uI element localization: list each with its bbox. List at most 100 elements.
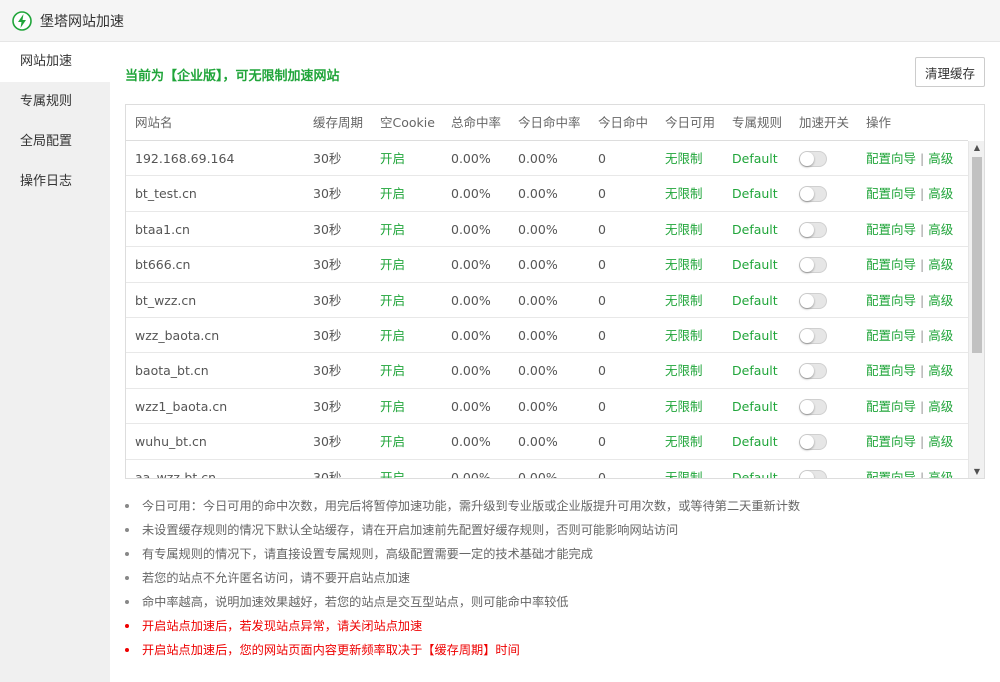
advanced-link[interactable]: 高级: [928, 293, 953, 308]
today-hit-rate-cell: 0.00%: [518, 328, 558, 343]
advanced-link[interactable]: 高级: [928, 470, 953, 478]
empty-cookie-cell: 开启: [380, 363, 406, 379]
action-separator: |: [920, 186, 925, 202]
empty-cookie-cell: 开启: [380, 398, 406, 414]
total-hit-rate-cell: 0.00%: [451, 151, 491, 166]
toggle-knob: [800, 222, 814, 237]
sidebar-item-exclusive-rules[interactable]: 专属规则: [0, 82, 110, 122]
table-row: wuhu_bt.cn 30秒 开启 0.00% 0.00% 0 无限制 Default 配置向导…: [126, 424, 968, 460]
accel-toggle-switch[interactable]: [799, 328, 827, 344]
accel-toggle-switch[interactable]: [799, 363, 827, 380]
scrollbar-thumb[interactable]: [972, 157, 982, 353]
sidebar-item-operation-log[interactable]: 操作日志: [0, 162, 110, 202]
empty-cookie-cell: 开启: [380, 469, 406, 479]
today-hits-cell: 0: [598, 398, 606, 414]
today-hits-cell: 0: [598, 363, 606, 379]
exclusive-rule-cell: Default: [732, 257, 778, 273]
title-bar: 堡塔网站加速: [0, 0, 1000, 42]
today-hit-rate-cell: 0.00%: [518, 398, 558, 414]
clear-cache-button[interactable]: 清理缓存: [915, 57, 985, 87]
scroll-up-arrow-icon[interactable]: ▲: [969, 141, 984, 155]
toggle-knob: [800, 364, 814, 379]
empty-cookie-cell: 开启: [380, 186, 406, 202]
config-wizard-link[interactable]: 配置向导: [866, 434, 916, 449]
row-actions: 配置向导 | 高级: [866, 424, 953, 459]
config-wizard-link[interactable]: 配置向导: [866, 399, 916, 414]
total-hit-rate-cell: 0.00%: [451, 363, 491, 379]
table-row: wzz1_baota.cn 30秒 开启 0.00% 0.00% 0 无限制 Default 配…: [126, 389, 968, 425]
config-wizard-link[interactable]: 配置向导: [866, 363, 916, 378]
row-actions: 配置向导 | 高级: [866, 460, 953, 478]
site-name-cell: bt666.cn: [135, 257, 191, 273]
column-header-total-hit-rate: 总命中率: [451, 115, 502, 130]
accel-toggle-switch[interactable]: [799, 469, 827, 478]
config-wizard-link[interactable]: 配置向导: [866, 470, 916, 478]
empty-cookie-cell: 开启: [380, 328, 406, 343]
table-row: bt_test.cn 30秒 开启 0.00% 0.00% 0 无限制 Default 配置向导…: [126, 176, 968, 212]
advanced-link[interactable]: 高级: [928, 257, 953, 272]
edition-notice: 当前为【企业版】，可无限制加速网站: [125, 69, 340, 84]
toggle-knob: [800, 293, 814, 308]
sidebar-item-site-acceleration[interactable]: 网站加速: [0, 42, 110, 82]
table-row: bt_wzz.cn 30秒 开启 0.00% 0.00% 0 无限制 Default 配置向导 |…: [126, 283, 968, 318]
sidebar: 网站加速 专属规则 全局配置 操作日志: [0, 42, 110, 682]
advanced-link[interactable]: 高级: [928, 186, 953, 201]
table-scrollbar[interactable]: ▲ ▼: [968, 141, 984, 478]
today-available-cell: 无限制: [665, 257, 703, 273]
accel-toggle-switch[interactable]: [799, 151, 827, 167]
sidebar-item-global-config[interactable]: 全局配置: [0, 122, 110, 162]
config-wizard-link[interactable]: 配置向导: [866, 257, 916, 272]
tip-note: 今日可用：今日可用的命中次数，用完后将暂停加速功能，需升级到专业版或企业版提升可…: [125, 494, 985, 518]
config-wizard-link[interactable]: 配置向导: [866, 328, 916, 343]
total-hit-rate-cell: 0.00%: [451, 257, 491, 273]
column-header-exclusive-rule: 专属规则: [732, 115, 783, 130]
scroll-down-arrow-icon[interactable]: ▼: [969, 465, 984, 478]
window-title: 堡塔网站加速: [40, 13, 124, 30]
total-hit-rate-cell: 0.00%: [451, 221, 491, 237]
config-wizard-link[interactable]: 配置向导: [866, 151, 916, 166]
config-wizard-link[interactable]: 配置向导: [866, 186, 916, 201]
accel-toggle-switch[interactable]: [799, 292, 827, 309]
total-hit-rate-cell: 0.00%: [451, 186, 491, 202]
advanced-link[interactable]: 高级: [928, 434, 953, 449]
exclusive-rule-cell: Default: [732, 328, 778, 343]
config-wizard-link[interactable]: 配置向导: [866, 293, 916, 308]
accel-toggle-switch[interactable]: [799, 257, 827, 274]
advanced-link[interactable]: 高级: [928, 151, 953, 166]
table-body: 192.168.69.164 30秒 开启 0.00% 0.00% 0 无限制 Default…: [126, 141, 968, 479]
warning-note: 开启站点加速后，若发现站点异常，请关闭站点加速: [125, 614, 985, 638]
advanced-link[interactable]: 高级: [928, 363, 953, 378]
action-separator: |: [920, 328, 925, 343]
table-row: bt666.cn 30秒 开启 0.00% 0.00% 0 无限制 Default 配置向导 | 高…: [126, 247, 968, 283]
total-hit-rate-cell: 0.00%: [451, 328, 491, 343]
toggle-knob: [800, 258, 814, 273]
column-header-site: 网站名: [135, 115, 173, 130]
exclusive-rule-cell: Default: [732, 469, 778, 479]
total-hit-rate-cell: 0.00%: [451, 292, 491, 308]
accel-toggle-switch[interactable]: [799, 221, 827, 238]
today-available-cell: 无限制: [665, 151, 703, 166]
cache-period-cell: 30秒: [313, 398, 342, 414]
advanced-link[interactable]: 高级: [928, 222, 953, 237]
column-header-today-hits: 今日命中: [598, 115, 649, 130]
toggle-knob: [800, 399, 814, 414]
exclusive-rule-cell: Default: [732, 186, 778, 202]
config-wizard-link[interactable]: 配置向导: [866, 222, 916, 237]
today-hit-rate-cell: 0.00%: [518, 257, 558, 273]
action-separator: |: [920, 257, 925, 273]
advanced-link[interactable]: 高级: [928, 328, 953, 343]
toggle-knob: [800, 152, 814, 166]
accel-toggle-switch[interactable]: [799, 186, 827, 203]
exclusive-rule-cell: Default: [732, 434, 778, 450]
advanced-link[interactable]: 高级: [928, 399, 953, 414]
row-actions: 配置向导 | 高级: [866, 318, 953, 353]
tip-note: 有专属规则的情况下，请直接设置专属规则，高级配置需要一定的技术基础才能完成: [125, 542, 985, 566]
accel-toggle-switch[interactable]: [799, 398, 827, 415]
site-name-cell: baota_bt.cn: [135, 363, 209, 379]
tip-note: 命中率越高，说明加速效果越好，若您的站点是交互型站点，则可能命中率较低: [125, 590, 985, 614]
accel-toggle-switch[interactable]: [799, 434, 827, 451]
cache-period-cell: 30秒: [313, 257, 342, 273]
today-hits-cell: 0: [598, 221, 606, 237]
exclusive-rule-cell: Default: [732, 292, 778, 308]
today-hit-rate-cell: 0.00%: [518, 434, 558, 450]
